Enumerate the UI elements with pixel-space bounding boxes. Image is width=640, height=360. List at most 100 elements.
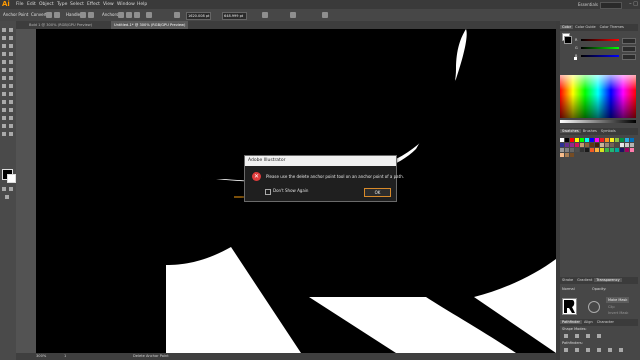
swatch[interactable] <box>565 143 569 147</box>
symbol-sprayer-tool-icon[interactable] <box>2 116 6 120</box>
dialog-title-bar[interactable]: Adobe Illustrator <box>245 156 396 166</box>
swatch[interactable] <box>565 138 569 142</box>
free-transform-tool-icon[interactable] <box>9 84 13 88</box>
magic-wand-tool-icon[interactable] <box>2 36 6 40</box>
swatch[interactable] <box>585 143 589 147</box>
width-tool-icon[interactable] <box>2 84 6 88</box>
tab-brushes[interactable]: Brushes <box>581 129 599 133</box>
menu-effect[interactable]: Effect <box>87 0 100 9</box>
tab-color-guide[interactable]: Color Guide <box>573 25 598 29</box>
make-mask-button[interactable]: Make Mask <box>606 297 630 303</box>
swatch[interactable] <box>585 148 589 152</box>
invert-mask-checkbox[interactable]: Invert Mask <box>608 311 628 316</box>
swatch[interactable] <box>620 148 624 152</box>
swatch[interactable] <box>560 148 564 152</box>
menu-help[interactable]: Help <box>137 0 147 9</box>
isolate-icon[interactable] <box>146 12 152 18</box>
no-mask-icon[interactable] <box>588 301 600 313</box>
dont-show-again-checkbox[interactable] <box>265 189 271 195</box>
divide-icon[interactable] <box>564 348 568 352</box>
swatch[interactable] <box>605 138 609 142</box>
tab-pathfinder[interactable]: Pathfinder <box>560 320 582 324</box>
swatch[interactable] <box>595 138 599 142</box>
tab-transparency[interactable]: Transparency <box>594 278 622 282</box>
transparency-thumbnail[interactable] <box>562 298 577 315</box>
clip-checkbox[interactable]: Clip <box>608 305 615 310</box>
trim-icon[interactable] <box>575 348 579 352</box>
none-swatch[interactable] <box>574 57 577 60</box>
swatch[interactable] <box>560 153 564 157</box>
swatch[interactable] <box>625 143 629 147</box>
swatch[interactable] <box>575 143 579 147</box>
color-slider-track[interactable] <box>581 47 619 49</box>
dont-show-again-label[interactable]: Don't Show Again <box>273 187 308 195</box>
swatch[interactable] <box>590 143 594 147</box>
swatch[interactable] <box>570 148 574 152</box>
menu-select[interactable]: Select <box>70 0 84 9</box>
tab-symbols[interactable]: Symbols <box>599 129 618 133</box>
perspective-grid-tool-icon[interactable] <box>9 92 13 96</box>
pen-tool-icon[interactable] <box>2 44 6 48</box>
hide-handles-icon[interactable] <box>88 12 94 18</box>
swatch[interactable] <box>600 138 604 142</box>
slice-tool-icon[interactable] <box>9 124 13 128</box>
blend-tool-icon[interactable] <box>9 108 13 112</box>
swatch[interactable] <box>595 148 599 152</box>
swatch[interactable] <box>610 143 614 147</box>
y-coordinate-field[interactable]: 648.999 pt <box>222 12 247 20</box>
tab-color[interactable]: Color <box>560 25 574 29</box>
tab-stroke[interactable]: Stroke <box>560 278 575 282</box>
screen-mode-icon[interactable] <box>5 195 9 199</box>
unite-icon[interactable] <box>564 334 568 338</box>
swatch[interactable] <box>605 143 609 147</box>
swatch[interactable] <box>615 148 619 152</box>
swatch[interactable] <box>600 143 604 147</box>
zoom-tool-icon[interactable] <box>9 132 13 136</box>
tab-document-1[interactable]: Bold 1 @ 300% (RGB/GPU Preview) <box>26 21 95 29</box>
menu-edit[interactable]: Edit <box>27 0 36 9</box>
swatch[interactable] <box>570 143 574 147</box>
swatch[interactable] <box>620 138 624 142</box>
eyedropper-tool-icon[interactable] <box>2 108 6 112</box>
swatch[interactable] <box>575 138 579 142</box>
swatch[interactable] <box>610 148 614 152</box>
lasso-tool-icon[interactable] <box>9 36 13 40</box>
column-graph-tool-icon[interactable] <box>9 116 13 120</box>
convert-corner-icon[interactable] <box>46 12 52 18</box>
color-value-field[interactable] <box>622 54 636 60</box>
tab-gradient[interactable]: Gradient <box>575 278 594 282</box>
panel-menu-icon[interactable] <box>322 12 328 18</box>
swatch[interactable] <box>625 148 629 152</box>
tab-document-2[interactable]: Untitled-1* @ 300% (RGB/GPU Preview) <box>111 21 189 29</box>
convert-smooth-icon[interactable] <box>54 12 60 18</box>
curvature-tool-icon[interactable] <box>9 44 13 48</box>
color-slider-track[interactable] <box>581 55 619 57</box>
eraser-tool-icon[interactable] <box>9 68 13 72</box>
gradient-tool-icon[interactable] <box>9 100 13 104</box>
rotate-tool-icon[interactable] <box>2 76 6 80</box>
menu-view[interactable]: View <box>103 0 114 9</box>
direct-selection-tool-icon[interactable] <box>9 28 13 32</box>
gradient-mode-icon[interactable] <box>9 187 13 191</box>
shape-builder-tool-icon[interactable] <box>2 92 6 96</box>
swatch[interactable] <box>590 138 594 142</box>
pencil-tool-icon[interactable] <box>2 68 6 72</box>
swatch[interactable] <box>600 148 604 152</box>
connect-anchor-icon[interactable] <box>126 12 132 18</box>
menu-type[interactable]: Type <box>57 0 67 9</box>
crop-icon[interactable] <box>597 348 601 352</box>
minus-back-icon[interactable] <box>619 348 623 352</box>
swatch[interactable] <box>585 138 589 142</box>
tab-character[interactable]: Character <box>595 320 616 324</box>
cut-path-icon[interactable] <box>134 12 140 18</box>
type-tool-icon[interactable] <box>2 52 6 56</box>
tab-align[interactable]: Align <box>582 320 595 324</box>
swatch[interactable] <box>560 143 564 147</box>
menu-object[interactable]: Object <box>39 0 54 9</box>
swatch[interactable] <box>565 148 569 152</box>
swatch[interactable] <box>580 143 584 147</box>
grayscale-ramp[interactable] <box>560 120 636 123</box>
remove-anchor-icon[interactable] <box>118 12 124 18</box>
swatch[interactable] <box>625 138 629 142</box>
artboard-tool-icon[interactable] <box>2 124 6 128</box>
